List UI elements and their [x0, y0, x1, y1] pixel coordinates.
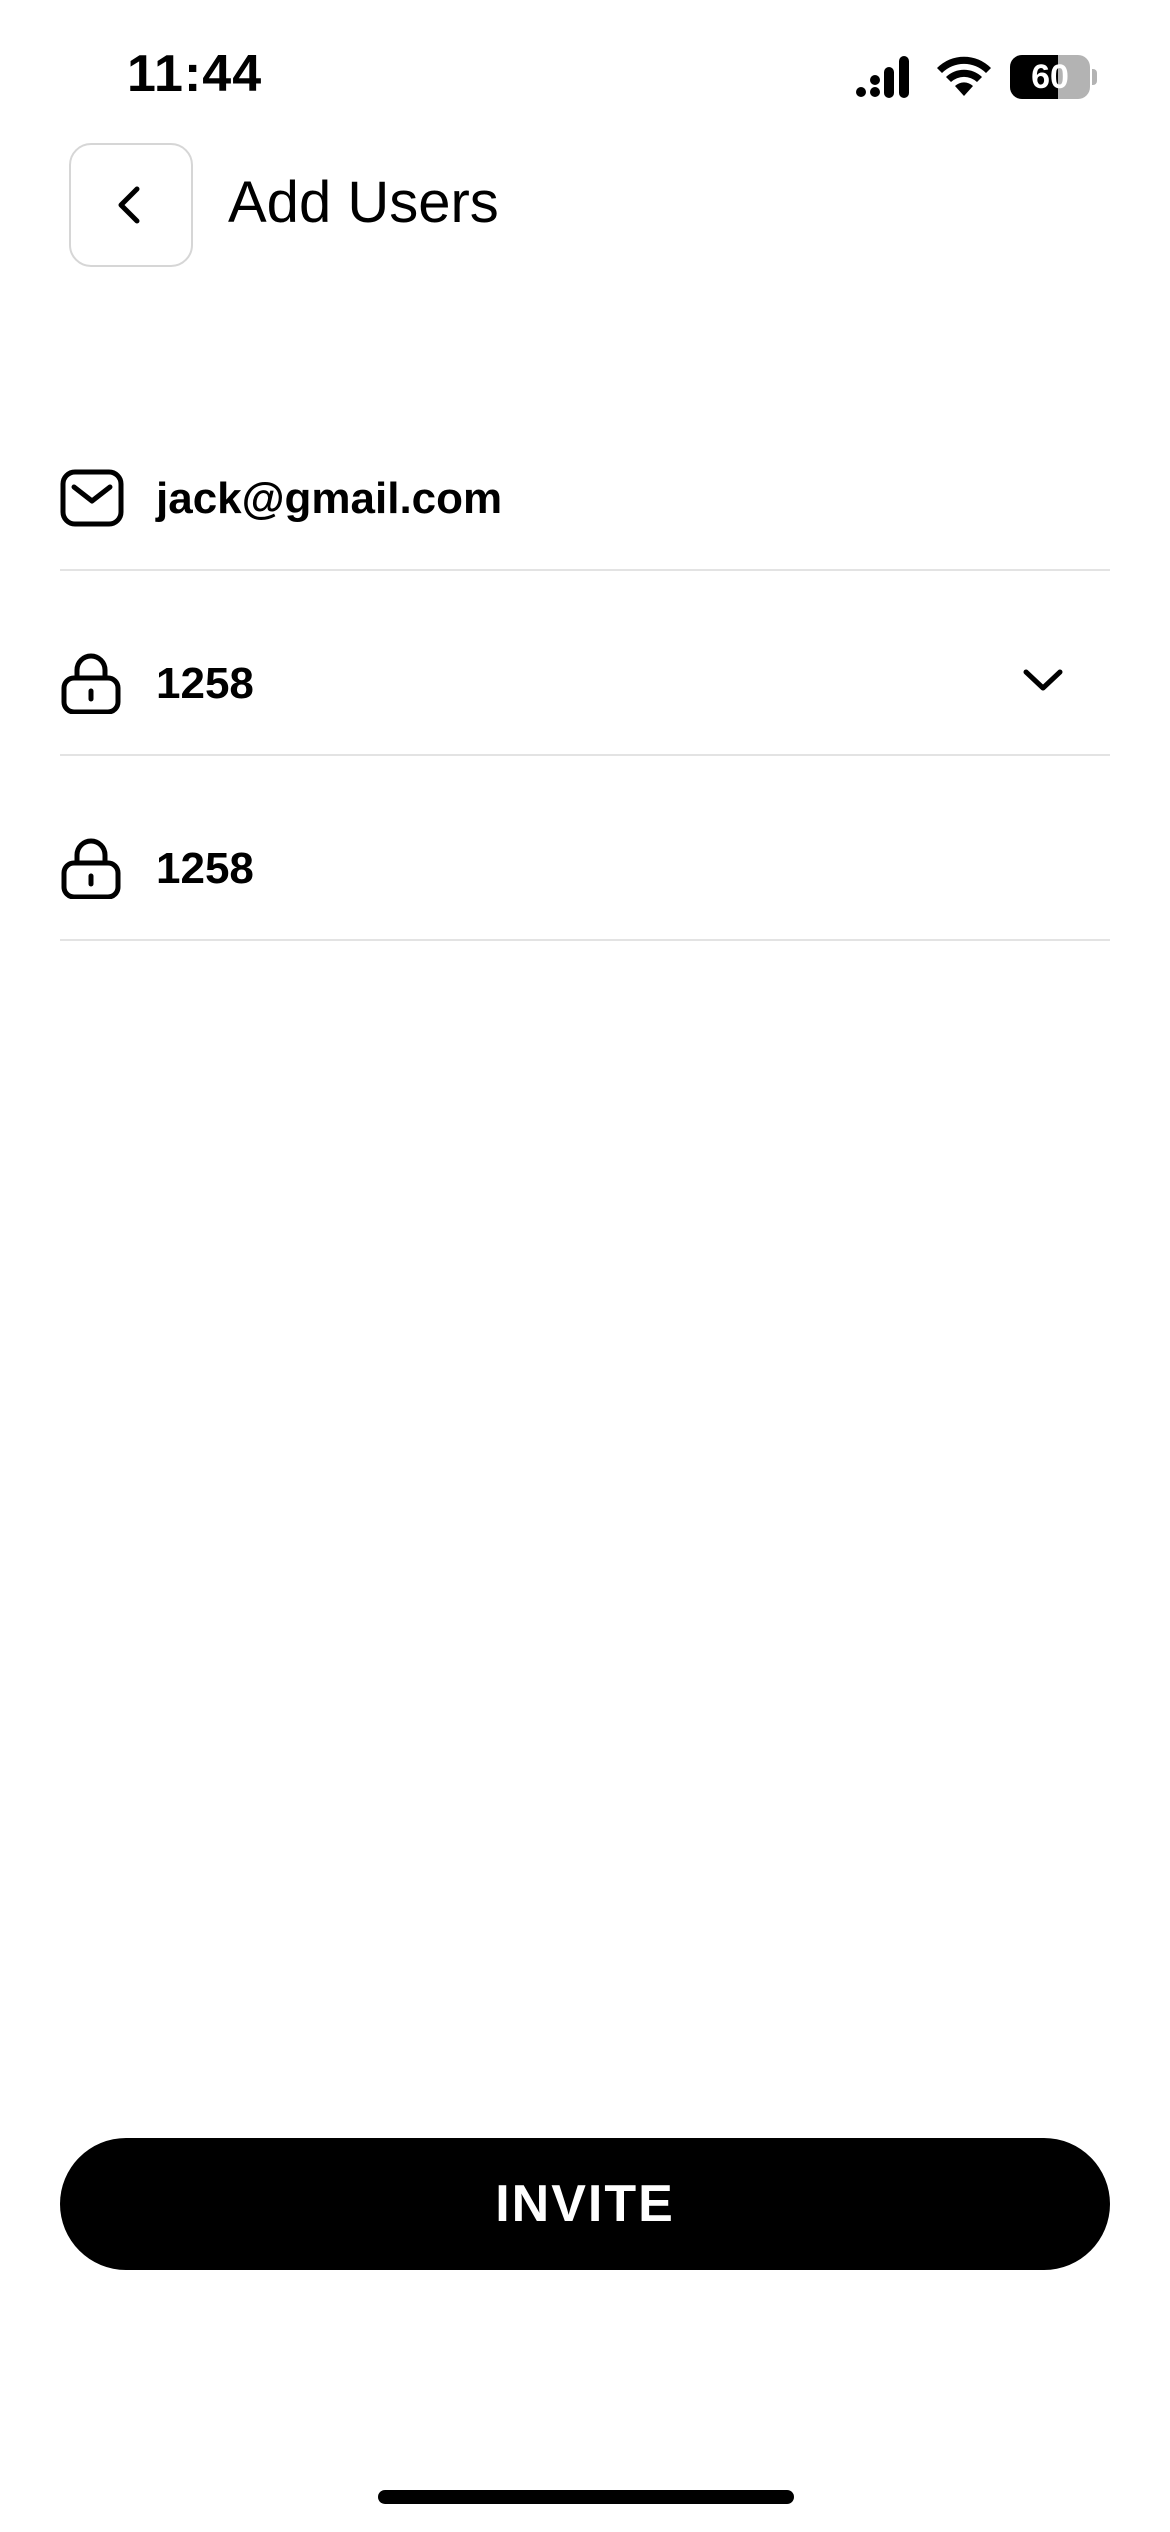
status-time: 11:44	[127, 45, 263, 103]
lock-icon	[61, 838, 121, 899]
status-bar: 11:44 60	[0, 0, 1170, 150]
confirm-password-value[interactable]: 1258	[156, 841, 254, 897]
password-value[interactable]: 1258	[156, 656, 254, 712]
password-field[interactable]: 1258	[60, 570, 1110, 756]
back-button[interactable]	[69, 143, 193, 267]
chevron-down-icon[interactable]	[1020, 662, 1066, 698]
invite-button[interactable]: INVITE	[60, 2138, 1110, 2270]
page-title: Add Users	[228, 170, 499, 235]
email-field[interactable]: jack@gmail.com	[60, 385, 1110, 571]
battery-tip	[1092, 69, 1097, 85]
chevron-left-icon	[118, 186, 140, 224]
home-indicator[interactable]	[378, 2490, 794, 2504]
signal-icon	[856, 56, 909, 98]
wifi-icon	[937, 56, 991, 96]
battery-level: 60	[1031, 58, 1069, 96]
mail-icon	[60, 469, 124, 527]
confirm-password-field[interactable]: 1258	[60, 755, 1110, 941]
battery-icon: 60	[1010, 55, 1090, 99]
lock-icon	[61, 653, 121, 714]
email-value[interactable]: jack@gmail.com	[156, 471, 502, 527]
